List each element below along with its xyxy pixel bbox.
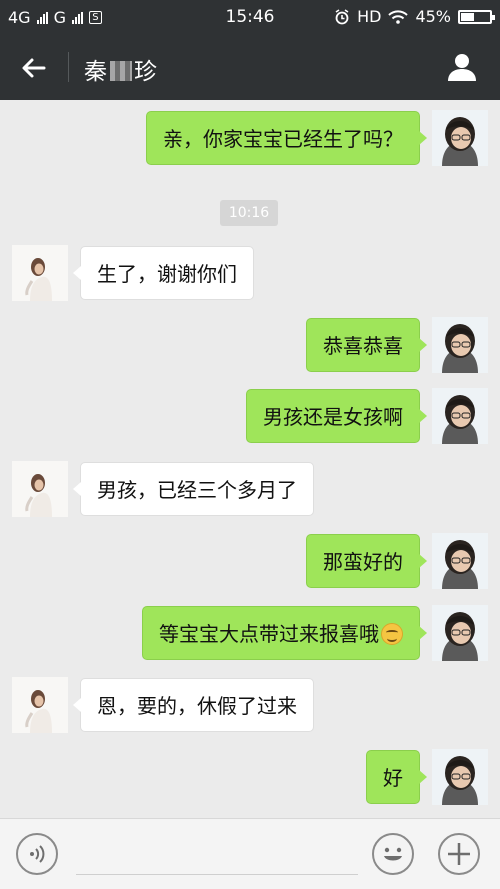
sent-message-bubble[interactable]: 等宝宝大点带过来报喜哦 [142,606,427,660]
message-text: 那蛮好的 [323,550,403,574]
alarm-icon [335,8,349,24]
sent-message-bubble[interactable]: 那蛮好的 [306,534,427,588]
sent-message-bubble[interactable]: 好 [366,750,427,804]
my-avatar[interactable] [432,605,488,661]
smile-emoji-icon [381,623,403,645]
my-avatar[interactable] [432,110,488,166]
chat-header: 秦珍 [0,34,500,100]
sent-message-bubble[interactable]: 亲，你家宝宝已经生了吗？ [146,111,427,165]
message-text: 男孩还是女孩啊 [263,405,403,429]
contact-name-part-1: 秦 [84,59,108,85]
contact-name: 秦珍 [84,52,158,86]
status-bar: 4G G S 15:46 HD 45% [0,0,500,34]
message-text: 恩，要的，休假了过来 [97,694,297,718]
message-list[interactable]: 10:16 亲，你家宝宝已经生了吗？ 生了，谢谢你们 恭喜恭喜 男孩还是女孩啊 … [0,100,500,818]
message-text: 男孩，已经三个多月了 [97,478,297,502]
message-input[interactable] [76,874,358,875]
smiley-icon [384,847,402,861]
battery-fill [461,12,474,21]
my-avatar[interactable] [432,388,488,444]
contact-avatar[interactable] [12,245,68,301]
plus-icon [448,843,470,865]
my-avatar[interactable] [432,749,488,805]
emoji-button[interactable] [372,833,414,875]
sent-message-bubble[interactable]: 恭喜恭喜 [306,318,427,372]
voice-icon [30,845,45,863]
status-right: HD 45% [334,7,495,26]
message-timestamp: 10:16 [220,200,278,226]
my-avatar[interactable] [432,317,488,373]
input-bar [0,818,500,889]
contact-name-part-2: 珍 [134,59,158,85]
back-arrow-icon[interactable] [18,52,50,84]
battery-icon [458,9,495,24]
profile-icon[interactable] [446,51,478,83]
received-message-bubble[interactable]: 生了，谢谢你们 [73,246,254,300]
header-divider [68,52,69,82]
received-message-bubble[interactable]: 男孩，已经三个多月了 [73,462,314,516]
contact-avatar[interactable] [12,461,68,517]
sent-message-bubble[interactable]: 男孩还是女孩啊 [246,389,427,443]
hd-label: HD [357,7,382,26]
battery-percent: 45% [415,7,451,26]
message-text: 恭喜恭喜 [323,334,403,358]
contact-avatar[interactable] [12,677,68,733]
name-mosaic [110,61,132,81]
message-text: 好 [383,766,403,790]
wifi-icon [388,9,409,24]
message-text: 等宝宝大点带过来报喜哦 [159,622,379,646]
my-avatar[interactable] [432,533,488,589]
voice-button[interactable] [16,833,58,875]
message-text: 亲，你家宝宝已经生了吗？ [163,127,403,151]
message-text: 生了，谢谢你们 [97,262,237,286]
received-message-bubble[interactable]: 恩，要的，休假了过来 [73,678,314,732]
more-button[interactable] [438,833,480,875]
